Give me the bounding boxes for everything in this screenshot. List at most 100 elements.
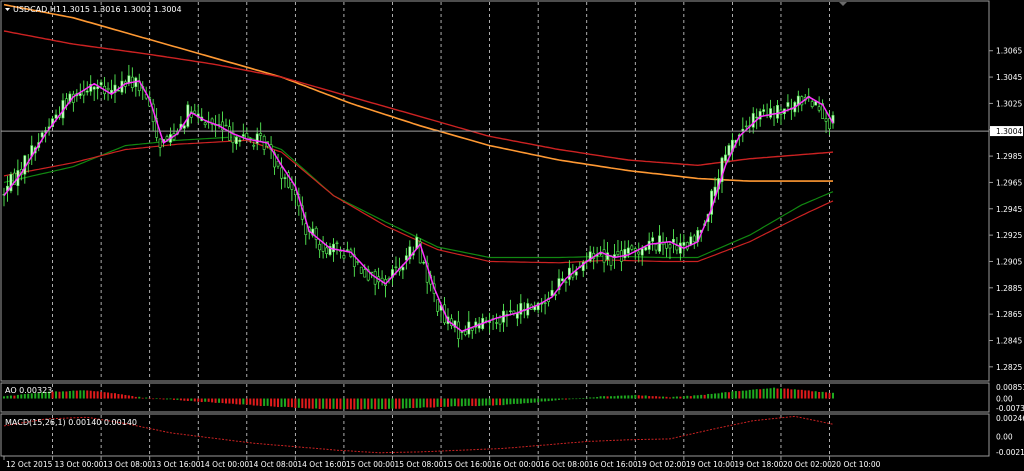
ao-bar: [318, 398, 321, 409]
ao-bar: [731, 391, 734, 399]
ao-bar: [564, 398, 567, 400]
ao-bar: [637, 395, 640, 399]
candle-body-bull: [332, 243, 335, 253]
ao-bar: [263, 398, 266, 406]
candle-body-bull: [644, 247, 648, 251]
ao-bar: [79, 390, 82, 399]
ao-bar: [488, 398, 491, 406]
price-tick-label: 1.2885: [996, 284, 1022, 293]
ao-bar: [214, 398, 217, 403]
candle-body-bull: [92, 86, 96, 90]
ao-bar: [96, 391, 99, 399]
candle: [359, 266, 363, 274]
candle-body-bear: [495, 322, 498, 324]
ao-bar: [394, 398, 397, 409]
ao-bar: [61, 391, 64, 399]
candle-body-bull: [422, 262, 426, 264]
ao-bar: [755, 389, 758, 399]
ao-bar: [221, 398, 224, 404]
ao-bar: [530, 398, 533, 403]
ao-bar: [235, 398, 238, 405]
candle-body-bear: [321, 242, 325, 252]
ao-bar: [308, 398, 311, 409]
ao-bar: [342, 398, 345, 409]
candle-body-bear: [280, 167, 283, 179]
ao-bar: [779, 388, 782, 399]
candle-body-bull: [623, 249, 627, 259]
ao-bar: [172, 398, 175, 400]
ao-bar: [190, 398, 193, 401]
price-tick-label: 1.2845: [996, 336, 1022, 345]
ao-bar: [388, 398, 391, 409]
ao-bar: [256, 398, 259, 406]
ao-bar: [335, 398, 338, 409]
current-price-tag: 1.3004: [990, 126, 1023, 137]
ao-bar: [113, 393, 116, 399]
ao-bar: [148, 398, 151, 399]
ao-bar: [287, 398, 290, 408]
candle-body-bull: [769, 108, 772, 118]
price-tick-label: 1.3045: [996, 73, 1022, 82]
ao-bar: [332, 398, 335, 409]
candle-body-bull: [724, 154, 727, 161]
ohlc-readout: 1.3015 1.3016 1.3002 1.3004: [62, 5, 182, 14]
time-tick-label: 15 Oct 16:00: [443, 460, 492, 469]
ao-bar: [429, 398, 432, 408]
ao-bar: [783, 388, 786, 399]
candle-body-bear: [692, 235, 696, 243]
ao-bar: [606, 396, 609, 399]
ao-bar: [398, 398, 401, 409]
ao-bar: [748, 389, 751, 399]
ao-bar: [707, 393, 710, 399]
ao-bar: [828, 392, 831, 399]
macd-title: MACD(15,26,1) 0.00140 0.00140: [5, 418, 137, 427]
ao-bar: [381, 398, 384, 409]
price-tick-label: 1.2925: [996, 231, 1022, 240]
time-tick-label: 14 Oct 08:00: [249, 460, 298, 469]
candle-body-bear: [744, 125, 748, 128]
candle-body-bear: [498, 317, 502, 325]
candle-body-bull: [509, 310, 512, 312]
candle-body-bull: [567, 267, 571, 280]
candle-body-bull: [401, 267, 405, 271]
ao-bar: [599, 396, 602, 399]
candle-body-bear: [828, 118, 831, 130]
ao-bar: [696, 395, 699, 399]
ao-bar: [110, 393, 113, 399]
candle-body-bear: [463, 330, 467, 335]
ao-bar: [759, 389, 762, 399]
ao-bar: [422, 398, 425, 408]
price-tick-label: 1.2905: [996, 257, 1022, 266]
ao-bar: [533, 398, 536, 403]
ao-bar: [450, 398, 453, 407]
ao-bar: [155, 398, 158, 399]
ao-bar: [700, 394, 703, 399]
ao-bar: [311, 398, 314, 409]
candle-body-bear: [252, 144, 256, 147]
candle-body-bear: [810, 101, 814, 107]
ao-bar: [329, 398, 332, 409]
candle-body-bear: [259, 133, 263, 136]
ao-bar: [277, 398, 280, 408]
ao-bar: [356, 398, 359, 410]
ao-bar: [793, 389, 796, 399]
candle-body-bull: [678, 242, 682, 254]
candle-body-bull: [85, 90, 89, 93]
ao-bar: [557, 398, 560, 400]
trading-chart[interactable]: USDCAD,H1 1.3015 1.3016 1.3002 1.3004 1.…: [0, 0, 1024, 471]
candle-body-bear: [616, 251, 620, 255]
candle-body-bear: [675, 245, 679, 251]
candle-body-bull: [786, 102, 790, 107]
ao-bar: [315, 398, 318, 409]
ao-bar: [495, 398, 498, 406]
ao-bar: [453, 398, 456, 407]
price-tick-label: 1.2965: [996, 178, 1022, 187]
ao-bar: [266, 398, 269, 406]
ao-bar: [648, 396, 651, 399]
ao-title: AO 0.00323: [5, 386, 52, 395]
ao-bar: [124, 395, 127, 399]
price-tick-label: 1.3025: [996, 99, 1022, 108]
ao-bar: [218, 398, 221, 403]
ao-bar: [675, 396, 678, 399]
ao-bar: [741, 390, 744, 399]
